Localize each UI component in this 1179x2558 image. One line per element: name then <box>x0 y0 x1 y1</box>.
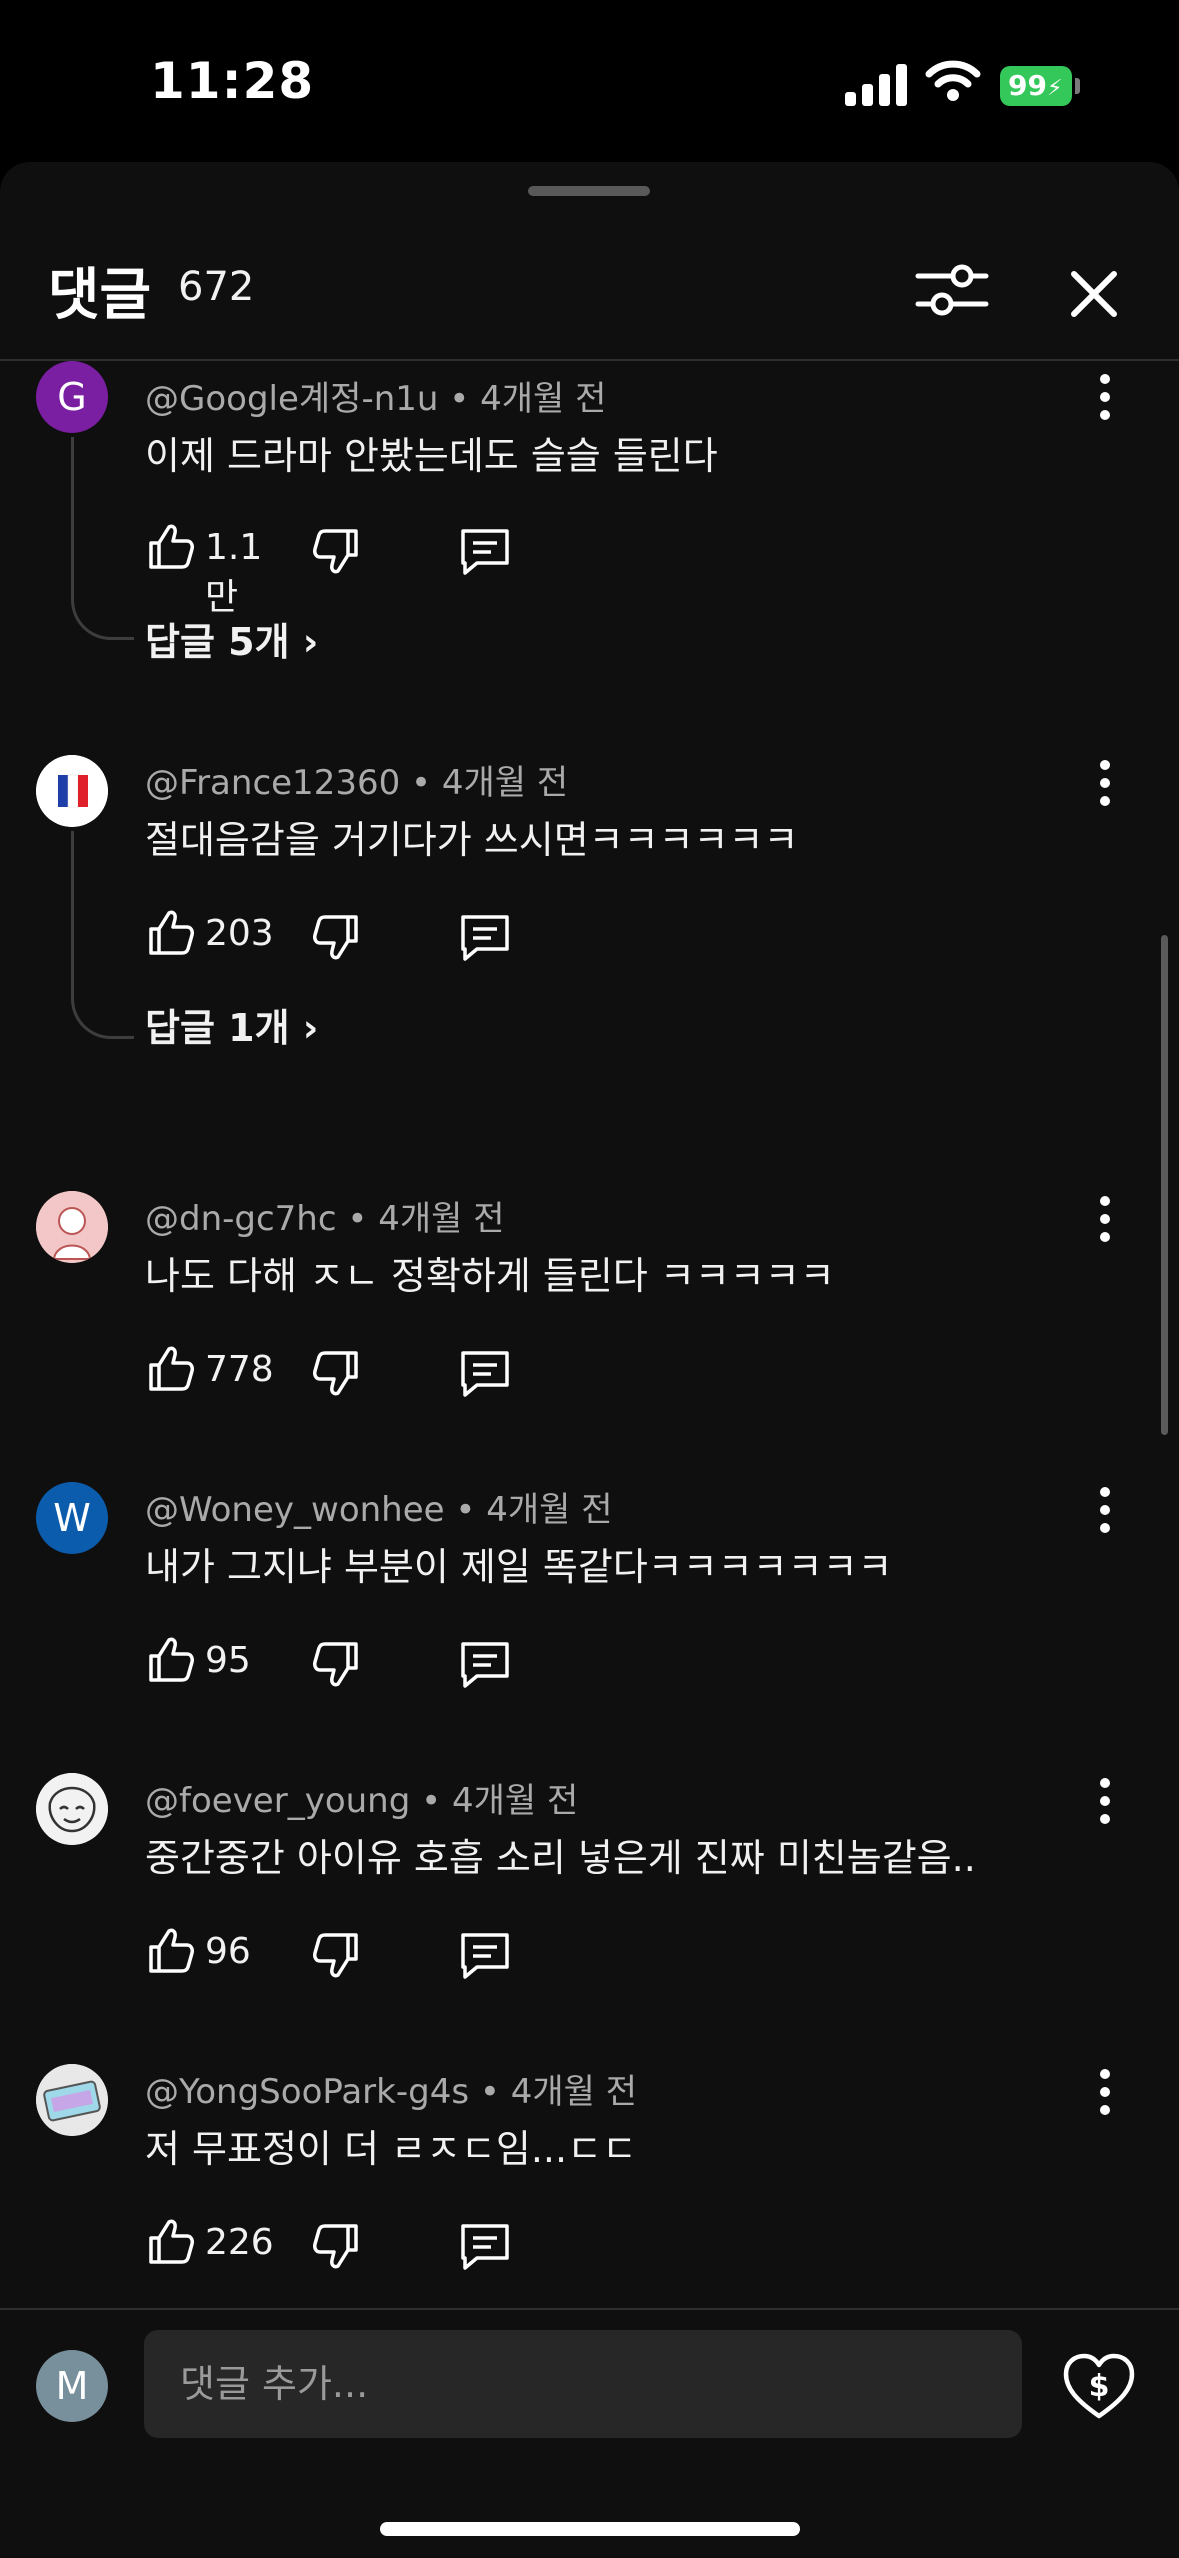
thumbs-down-icon[interactable] <box>310 2220 362 2272</box>
comment-age: 4개월 전 <box>378 1199 505 1239</box>
comment-composer: M $ <box>0 2308 1179 2558</box>
more-vert-icon[interactable] <box>1090 1189 1120 1249</box>
scrollbar[interactable] <box>1161 935 1168 1435</box>
reply-icon[interactable] <box>457 525 513 577</box>
battery-level: 99 <box>1008 69 1047 102</box>
reply-thread-line <box>71 437 134 640</box>
filter-icon[interactable] <box>910 248 994 332</box>
thumbs-up-icon[interactable] <box>145 907 197 959</box>
comment-text: 절대음감을 거기다가 쓰시면ㅋㅋㅋㅋㅋㅋ <box>145 818 799 862</box>
home-indicator <box>380 2522 800 2536</box>
comment-list[interactable]: G @Google계정-n1u • 4개월 전 이제 드라마 안봤는데도 슬슬 … <box>0 361 1179 2311</box>
thumbs-up-icon[interactable] <box>145 521 197 573</box>
comment-author[interactable]: @YongSooPark-g4s <box>145 2072 469 2112</box>
like-count: 96 <box>205 1931 251 1972</box>
sketch-avatar-image <box>36 1773 108 1845</box>
comment-age: 4개월 전 <box>441 763 569 803</box>
comment-age: 4개월 전 <box>451 1781 579 1821</box>
comment-age: 4개월 전 <box>510 2072 637 2112</box>
avatar[interactable]: G <box>36 361 108 433</box>
comment-age: 4개월 전 <box>486 1490 613 1530</box>
reply-icon[interactable] <box>457 1638 513 1690</box>
comment-text: 이제 드라마 안봤는데도 슬슬 들린다 <box>145 434 718 478</box>
drag-handle[interactable] <box>528 186 650 196</box>
thumbs-down-icon[interactable] <box>310 1929 362 1981</box>
comment-item: W @Woney_wonhee • 4개월 전 내가 그지냐 부분이 제일 똑같… <box>0 1472 1179 1752</box>
svg-text:$: $ <box>1089 2369 1110 2404</box>
comment-author[interactable]: @France12360 <box>145 763 400 803</box>
comment-text: 나도 다해 ㅈㄴ 정확하게 들린다 ㅋㅋㅋㅋㅋ <box>145 1254 835 1298</box>
avatar[interactable] <box>36 755 108 827</box>
card-avatar-image <box>36 2064 108 2136</box>
comments-title: 댓글 <box>48 263 152 328</box>
comment-meta: @Woney_wonhee • 4개월 전 <box>145 1490 613 1530</box>
like-count: 95 <box>205 1640 251 1681</box>
like-count: 226 <box>205 2222 274 2263</box>
more-vert-icon[interactable] <box>1090 1771 1120 1831</box>
avatar[interactable]: W <box>36 1482 108 1554</box>
comment-author[interactable]: @dn-gc7hc <box>145 1199 337 1239</box>
reply-icon[interactable] <box>457 2220 513 2272</box>
comment-author[interactable]: @foever_young <box>145 1781 410 1821</box>
wifi-icon <box>925 60 981 101</box>
thumbs-down-icon[interactable] <box>310 911 362 963</box>
like-count: 203 <box>205 913 274 954</box>
thumbs-down-icon[interactable] <box>310 1347 362 1399</box>
thumbs-up-icon[interactable] <box>145 1634 197 1686</box>
comment-text: 내가 그지냐 부분이 제일 똑같다ㅋㅋㅋㅋㅋㅋㅋ <box>145 1545 893 1589</box>
status-bar: 11:28 99⚡ <box>0 0 1179 160</box>
view-replies-button[interactable]: 답글 1개 › <box>145 997 318 1052</box>
close-icon[interactable] <box>1058 258 1130 330</box>
comment-meta: @foever_young • 4개월 전 <box>145 1781 579 1821</box>
replies-label: 답글 1개 <box>145 1006 290 1050</box>
avatar[interactable] <box>36 1191 108 1263</box>
reply-icon[interactable] <box>457 911 513 963</box>
like-count: 778 <box>205 1349 274 1390</box>
comment-item: G @Google계정-n1u • 4개월 전 이제 드라마 안봤는데도 슬슬 … <box>0 361 1179 751</box>
reply-icon[interactable] <box>457 1929 513 1981</box>
comment-author[interactable]: @Google계정-n1u <box>145 379 438 419</box>
super-thanks-icon[interactable]: $ <box>1062 2352 1136 2422</box>
thumbs-down-icon[interactable] <box>310 1638 362 1690</box>
comment-item: @foever_young • 4개월 전 중간중간 아이유 호흡 소리 넣은게… <box>0 1763 1179 2043</box>
comment-text: 중간중간 아이유 호흡 소리 넣은게 진짜 미친놈같음.. <box>145 1836 976 1880</box>
comment-meta: @dn-gc7hc • 4개월 전 <box>145 1199 505 1239</box>
comment-author[interactable]: @Woney_wonhee <box>145 1490 445 1530</box>
thumbs-up-icon[interactable] <box>145 1925 197 1977</box>
more-vert-icon[interactable] <box>1090 367 1120 427</box>
comment-item: @France12360 • 4개월 전 절대음감을 거기다가 쓰시면ㅋㅋㅋㅋㅋ… <box>0 745 1179 1165</box>
status-time: 11:28 <box>150 52 315 110</box>
thumbs-up-icon[interactable] <box>145 1343 197 1395</box>
my-avatar: M <box>36 2350 108 2422</box>
comment-item: @dn-gc7hc • 4개월 전 나도 다해 ㅈㄴ 정확하게 들린다 ㅋㅋㅋㅋ… <box>0 1181 1179 1461</box>
thumbs-up-icon[interactable] <box>145 2216 197 2268</box>
more-vert-icon[interactable] <box>1090 753 1120 813</box>
comments-sheet: 댓글 672 G @Google계정-n1u • 4개월 전 이제 드라마 안봤… <box>0 162 1179 2556</box>
avatar[interactable] <box>36 2064 108 2136</box>
comment-meta: @YongSooPark-g4s • 4개월 전 <box>145 2072 637 2112</box>
reply-icon[interactable] <box>457 1347 513 1399</box>
like-count: 1.1만 <box>205 527 263 618</box>
cellular-signal-icon <box>845 62 907 106</box>
battery-tip <box>1075 78 1080 94</box>
comment-item: @YongSooPark-g4s • 4개월 전 저 무표정이 더 ㄹㅈㄷ임..… <box>0 2054 1179 2311</box>
thumbs-down-icon[interactable] <box>310 525 362 577</box>
comment-text: 저 무표정이 더 ㄹㅈㄷ임...ㄷㄷ <box>145 2127 637 2171</box>
view-replies-button[interactable]: 답글 5개 › <box>145 611 318 666</box>
more-vert-icon[interactable] <box>1090 2062 1120 2122</box>
reply-thread-line <box>71 831 134 1039</box>
comment-meta: @France12360 • 4개월 전 <box>145 763 569 803</box>
comment-age: 4개월 전 <box>480 379 607 419</box>
replies-label: 답글 5개 <box>145 620 290 664</box>
france-flag-icon <box>36 755 108 827</box>
more-vert-icon[interactable] <box>1090 1480 1120 1540</box>
battery-indicator: 99⚡ <box>1000 66 1072 106</box>
comments-count: 672 <box>178 264 255 310</box>
avatar[interactable] <box>36 1773 108 1845</box>
character-avatar-image <box>36 1191 108 1263</box>
add-comment-input[interactable] <box>144 2330 1022 2438</box>
comment-meta: @Google계정-n1u • 4개월 전 <box>145 379 607 419</box>
